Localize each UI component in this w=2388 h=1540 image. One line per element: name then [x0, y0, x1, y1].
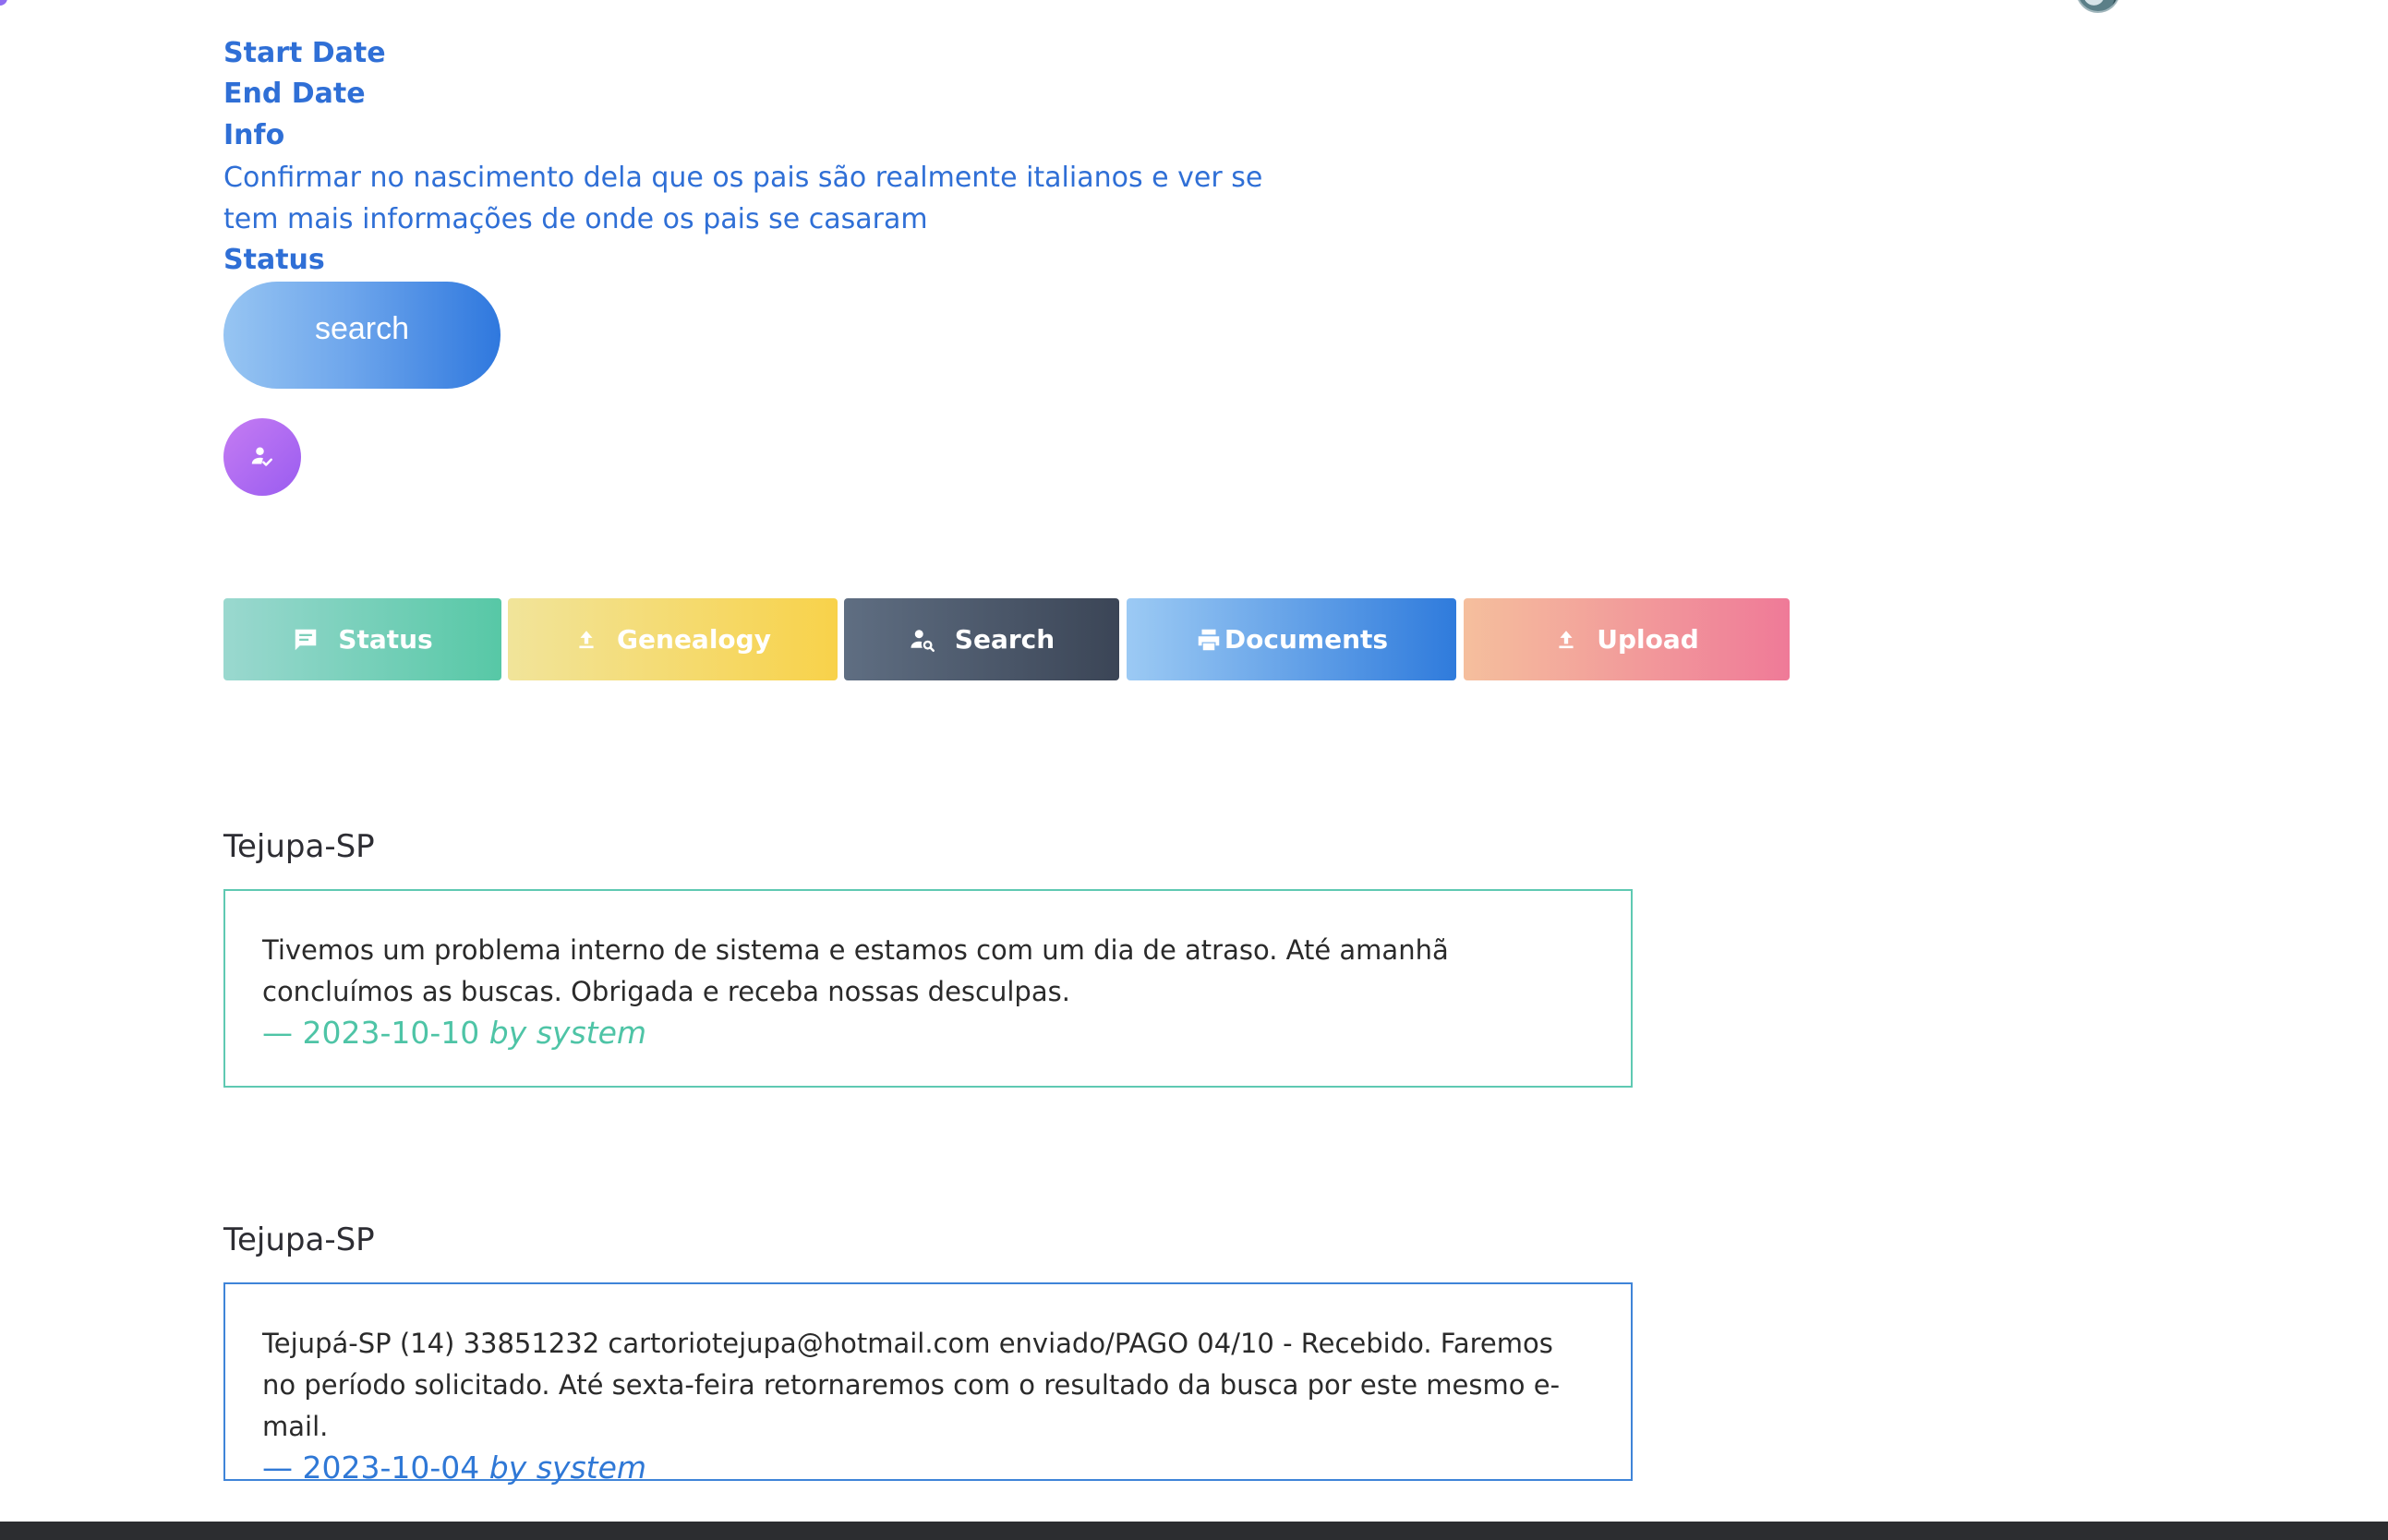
tab-documents-label: Documents: [1224, 624, 1389, 655]
tab-search[interactable]: Search: [844, 598, 1119, 680]
tab-search-label: Search: [954, 624, 1055, 655]
note-meta: — 2023-10-04 by system: [262, 1448, 1594, 1488]
tab-genealogy-label: Genealogy: [617, 624, 771, 655]
info-label: Info: [223, 119, 285, 151]
end-date-label: End Date: [223, 78, 366, 110]
note-card: Tejupá-SP (14) 33851232 cartoriotejupa@h…: [223, 1282, 1633, 1486]
note-author: by system: [488, 1015, 647, 1051]
tab-status-label: Status: [338, 624, 433, 655]
printer-icon: [1198, 629, 1220, 650]
footer-bar: [0, 1522, 2388, 1540]
note-title: Tejupa-SP: [223, 1221, 375, 1258]
note-meta: — 2023-10-10 by system: [262, 1013, 1594, 1053]
note-title: Tejupa-SP: [223, 828, 375, 865]
tab-genealogy[interactable]: Genealogy: [508, 598, 838, 680]
note-date: — 2023-10-04: [262, 1450, 480, 1486]
note-text: Tejupá-SP (14) 33851232 cartoriotejupa@h…: [262, 1328, 1561, 1442]
comment-icon: [295, 629, 317, 650]
search-button[interactable]: search: [223, 282, 501, 389]
start-date-label: Start Date: [223, 37, 386, 69]
note-card: Tivemos um problema interno de sistema e…: [223, 889, 1633, 1088]
person-search-icon: [911, 629, 935, 652]
note-date: — 2023-10-10: [262, 1015, 480, 1051]
page: Start Date End Date Info Confirmar no na…: [0, 0, 2388, 1540]
user-avatar[interactable]: [2076, 0, 2120, 13]
corner-dot: [0, 0, 7, 6]
tab-upload[interactable]: Upload: [1464, 598, 1790, 680]
upload-icon: [1559, 630, 1574, 648]
note-text: Tivemos um problema interno de sistema e…: [262, 934, 1449, 1007]
tab-status[interactable]: Status: [223, 598, 501, 680]
upload-icon: [579, 630, 594, 648]
status-label: Status: [223, 244, 325, 276]
assign-button[interactable]: [223, 418, 301, 496]
note-author: by system: [488, 1450, 647, 1486]
person-check-icon: [251, 447, 272, 466]
info-text: Confirmar no nascimento dela que os pais…: [223, 162, 1263, 235]
tab-documents[interactable]: Documents: [1127, 598, 1456, 680]
tab-upload-label: Upload: [1597, 624, 1699, 655]
